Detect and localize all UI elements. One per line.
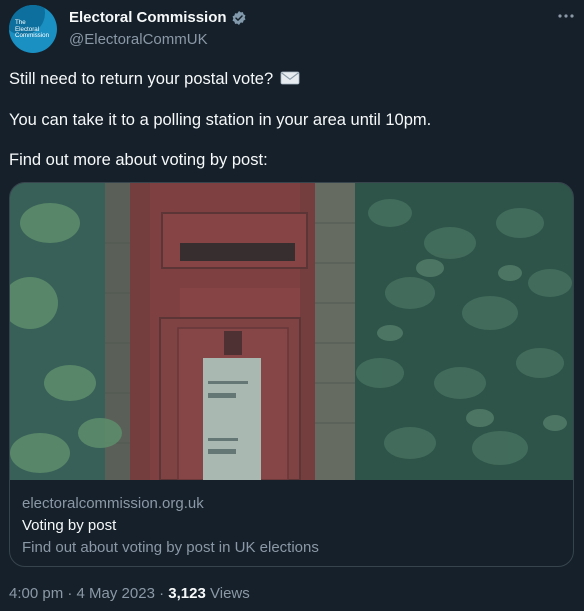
envelope-icon bbox=[280, 70, 300, 91]
tweet-text-line: Still need to return your postal vote? bbox=[9, 70, 300, 91]
tweet-time[interactable]: 4:00 pm bbox=[9, 585, 63, 602]
author-handle[interactable]: @ElectoralCommUK bbox=[69, 31, 208, 48]
card-image-postbox[interactable] bbox=[10, 183, 573, 480]
tweet-text-line3: Find out more about voting by post: bbox=[9, 151, 268, 169]
avatar-logo-line: Commission bbox=[15, 32, 50, 40]
card-description: Find out about voting by post in UK elec… bbox=[22, 539, 319, 556]
card-title: Voting by post bbox=[22, 517, 117, 534]
views-label: Views bbox=[210, 585, 250, 602]
author-display-name[interactable]: Electoral Commission bbox=[69, 9, 227, 26]
tweet: The Electoral Commission Electoral Commi… bbox=[0, 0, 584, 611]
avatar-logo-text: The Electoral Commission bbox=[15, 19, 50, 40]
views-count: 3,123 bbox=[168, 585, 206, 602]
more-options-icon[interactable] bbox=[556, 10, 576, 26]
meta-separator: · bbox=[159, 585, 165, 602]
tweet-text-line1: Still need to return your postal vote? bbox=[9, 70, 274, 88]
link-preview-card[interactable]: electoralcommission.org.uk Voting by pos… bbox=[9, 182, 574, 567]
avatar[interactable]: The Electoral Commission bbox=[9, 5, 57, 53]
verified-badge-icon[interactable] bbox=[231, 10, 247, 26]
tweet-date[interactable]: 4 May 2023 bbox=[77, 585, 155, 602]
card-domain: electoralcommission.org.uk bbox=[22, 495, 204, 512]
meta-separator: · bbox=[67, 585, 73, 602]
author-name-row: Electoral Commission bbox=[69, 9, 247, 26]
tweet-meta: 4:00 pm · 4 May 2023 · 3,123 Views bbox=[9, 585, 250, 602]
tweet-text-line2: You can take it to a polling station in … bbox=[9, 111, 432, 129]
